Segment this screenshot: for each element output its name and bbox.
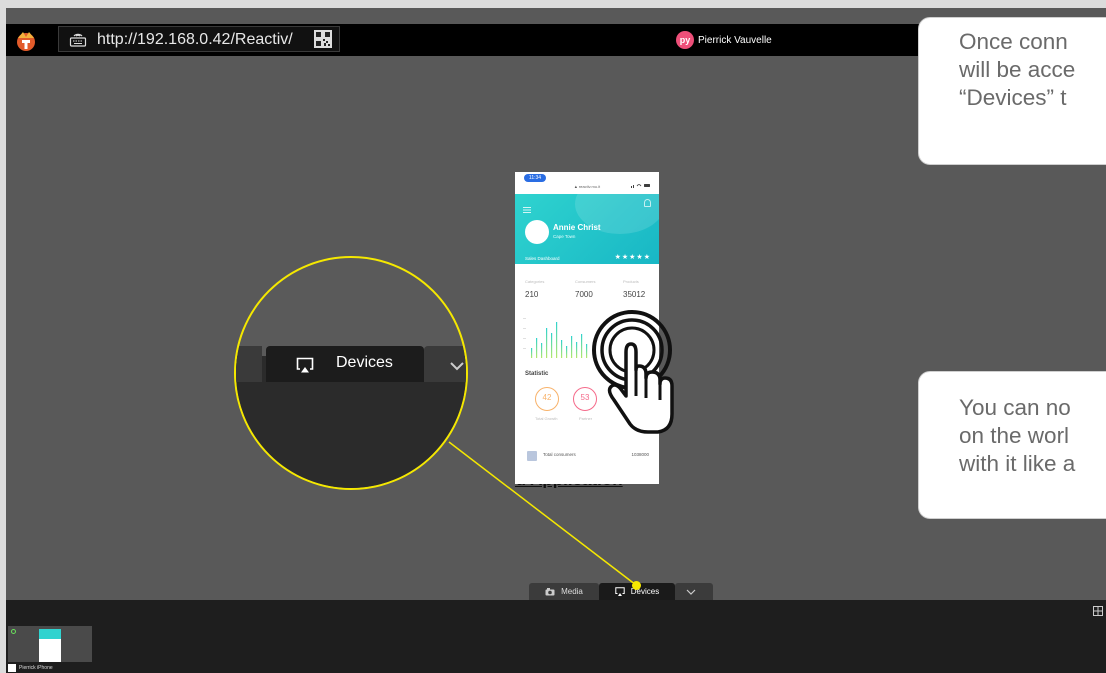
airplay-icon bbox=[615, 587, 625, 596]
stat-label: Products bbox=[623, 279, 639, 284]
tab-more[interactable] bbox=[675, 583, 713, 600]
chevron-down-icon bbox=[450, 358, 464, 371]
online-indicator bbox=[11, 629, 16, 634]
thumbnail-phone-preview bbox=[39, 629, 61, 662]
callout-line: Once conn bbox=[959, 29, 1068, 54]
qr-code-icon[interactable] bbox=[314, 30, 332, 48]
stat-label: Categories bbox=[525, 279, 545, 284]
zoom-tab-media bbox=[236, 346, 262, 382]
device-thumbnail[interactable] bbox=[8, 626, 92, 662]
bell-icon[interactable] bbox=[644, 199, 651, 207]
chevron-down-icon bbox=[686, 589, 696, 595]
dashboard-label: Sales Dashboard bbox=[525, 256, 560, 261]
tab-media[interactable]: Media bbox=[529, 583, 599, 600]
apple-icon bbox=[8, 663, 16, 672]
thumbnail-phone-header bbox=[39, 629, 61, 639]
profile-avatar bbox=[525, 220, 549, 244]
source-tabs: Media Devices bbox=[529, 583, 713, 601]
callout-interact: You can no on the worl with it like a bbox=[918, 371, 1106, 519]
consumers-icon bbox=[527, 451, 537, 461]
ring-label: Total Growth bbox=[535, 416, 558, 421]
window-frame-top bbox=[0, 0, 1106, 8]
device-strip: Pierrick iPhone bbox=[6, 600, 1106, 673]
url-text: http://192.168.0.42/Reactiv/ bbox=[97, 31, 293, 48]
stat-value: 7000 bbox=[575, 290, 593, 299]
callout-line: on the worl bbox=[959, 423, 1070, 448]
rating-stars: ★★★★★ bbox=[614, 254, 651, 261]
pointer-dot bbox=[632, 581, 641, 590]
url-bar[interactable]: http://192.168.0.42/Reactiv/ bbox=[58, 26, 340, 52]
profile-header: Annie Christ Cape Town Sales Dashboard ★… bbox=[515, 174, 659, 264]
zoom-devices-label: Devices bbox=[336, 354, 393, 371]
zoom-magnifier: Devices bbox=[234, 256, 468, 490]
tab-media-label: Media bbox=[561, 587, 583, 596]
statistic-title: Statistic bbox=[525, 371, 549, 377]
device-name: Pierrick iPhone bbox=[19, 664, 53, 671]
callout-line: will be acce bbox=[959, 57, 1076, 82]
window-frame-left bbox=[0, 8, 6, 673]
stat-value: 210 bbox=[525, 290, 539, 299]
app-logo-icon[interactable] bbox=[14, 30, 38, 52]
callout-line: You can no bbox=[959, 395, 1071, 420]
user-info[interactable]: py Pierrick Vauvelle bbox=[676, 31, 772, 49]
list-item-label: Total consumers bbox=[543, 452, 576, 457]
airplay-icon bbox=[296, 357, 314, 373]
user-name: Pierrick Vauvelle bbox=[698, 34, 772, 46]
callout-connect: Once conn will be acce “Devices” t bbox=[918, 17, 1106, 165]
user-avatar: py bbox=[676, 31, 694, 49]
profile-name: Annie Christ bbox=[553, 223, 601, 232]
stat-label: Consumers bbox=[575, 279, 596, 284]
keyboard-icon[interactable] bbox=[69, 31, 87, 47]
list-item-value: 1038000 bbox=[631, 452, 649, 457]
callout-line: with it like a bbox=[959, 451, 1076, 476]
tap-hand-icon bbox=[592, 310, 674, 434]
stat-value: 35012 bbox=[623, 290, 646, 299]
menu-icon[interactable] bbox=[523, 200, 531, 213]
grid-layout-icon[interactable] bbox=[1093, 603, 1103, 616]
media-icon bbox=[545, 587, 555, 595]
profile-city: Cape Town bbox=[553, 234, 576, 239]
phone-time: 11:34 bbox=[524, 174, 546, 182]
growth-ring: 42 bbox=[535, 387, 559, 411]
callout-line: “Devices” t bbox=[959, 85, 1067, 110]
device-label: Pierrick iPhone bbox=[8, 663, 53, 672]
